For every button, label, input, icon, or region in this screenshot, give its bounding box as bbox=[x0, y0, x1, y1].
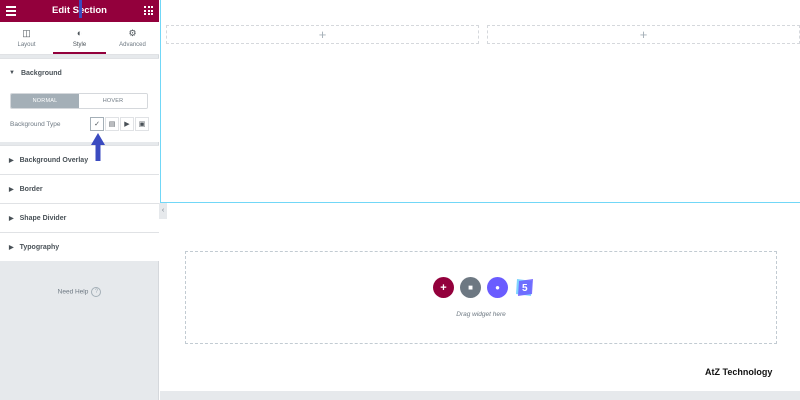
caret-right-icon: ▶ bbox=[9, 244, 14, 251]
border-section[interactable]: ▶ Border bbox=[0, 174, 159, 203]
panel-tabs: ◫ Layout ◐ Style ⚙ Advanced bbox=[0, 22, 159, 55]
caret-down-icon: ▼ bbox=[9, 70, 15, 76]
canvas-bottom-strip bbox=[160, 391, 800, 400]
background-section-header[interactable]: ▼ Background bbox=[0, 59, 159, 87]
caret-right-icon: ▶ bbox=[9, 215, 14, 222]
background-section-title: Background bbox=[20, 69, 62, 77]
typography-section[interactable]: ▶ Typography bbox=[0, 232, 159, 261]
pointer-marker bbox=[79, 0, 82, 18]
add-template-folder-icon[interactable]: ■ bbox=[460, 277, 481, 298]
background-overlay-section[interactable]: ▶ Background Overlay bbox=[0, 145, 159, 174]
editor-panel: Edit Section ◫ Layout ◐ Style ⚙ Advanced… bbox=[0, 0, 159, 400]
border-section-title: Border bbox=[19, 185, 43, 193]
slideshow-icon[interactable]: ▣ bbox=[135, 117, 149, 131]
add-section-dropzone[interactable]: + ■ ● 5 Drag widget here bbox=[185, 251, 777, 344]
state-toggle: NORMAL HOVER bbox=[10, 93, 148, 109]
brush-icon[interactable]: ✓ bbox=[90, 117, 104, 131]
tab-layout[interactable]: ◫ Layout bbox=[0, 22, 53, 54]
panel-header: Edit Section bbox=[0, 0, 159, 22]
up-arrow-annotation-icon bbox=[91, 133, 105, 161]
widgets-grid-icon[interactable] bbox=[144, 6, 153, 15]
drag-widget-hint: Drag widget here bbox=[456, 311, 506, 318]
gradient-icon[interactable]: ▤ bbox=[105, 117, 119, 131]
need-help-link[interactable]: Need Help? bbox=[0, 287, 159, 297]
shape-section-title: Shape Divider bbox=[19, 214, 67, 222]
tab-style-label: Style bbox=[72, 42, 87, 48]
half-circle-icon: ◐ bbox=[76, 28, 83, 38]
add-section-plus-icon[interactable]: + bbox=[433, 277, 454, 298]
column-add-widget-1[interactable]: + bbox=[166, 25, 479, 44]
normal-state-button[interactable]: NORMAL bbox=[11, 94, 79, 108]
tab-advanced-label: Advanced bbox=[119, 42, 146, 48]
hover-state-button[interactable]: HOVER bbox=[79, 94, 147, 108]
video-icon[interactable]: ▶ bbox=[120, 117, 134, 131]
need-help-label: Need Help bbox=[57, 288, 89, 296]
columns-icon: ◫ bbox=[22, 28, 31, 38]
column-add-widget-2[interactable]: + bbox=[487, 25, 800, 44]
collapse-panel-handle[interactable]: ‹ bbox=[159, 203, 167, 219]
caret-right-icon: ▶ bbox=[9, 186, 14, 193]
background-section: ▼ Background NORMAL HOVER Background Typ… bbox=[0, 58, 159, 142]
add-buttons: + ■ ● 5 bbox=[433, 277, 535, 298]
typography-section-title: Typography bbox=[19, 243, 60, 251]
watermark-text: AtZ Technology bbox=[705, 367, 773, 377]
tab-style[interactable]: ◐ Style bbox=[53, 22, 106, 54]
svg-text:5: 5 bbox=[522, 283, 528, 294]
overlay-section-title: Background Overlay bbox=[19, 156, 89, 164]
edited-section[interactable]: + + bbox=[160, 0, 800, 203]
tab-layout-label: Layout bbox=[17, 42, 36, 48]
caret-right-icon: ▶ bbox=[9, 157, 14, 164]
background-type-options: ✓ ▤ ▶ ▣ bbox=[90, 117, 149, 131]
background-type-label: Background Type bbox=[10, 121, 61, 128]
gear-icon: ⚙ bbox=[128, 28, 137, 38]
five-template-icon[interactable]: 5 bbox=[514, 277, 535, 298]
shape-divider-section[interactable]: ▶ Shape Divider bbox=[0, 203, 159, 232]
kit-library-icon[interactable]: ● bbox=[487, 277, 508, 298]
tab-advanced[interactable]: ⚙ Advanced bbox=[106, 22, 159, 54]
question-icon: ? bbox=[91, 287, 102, 297]
